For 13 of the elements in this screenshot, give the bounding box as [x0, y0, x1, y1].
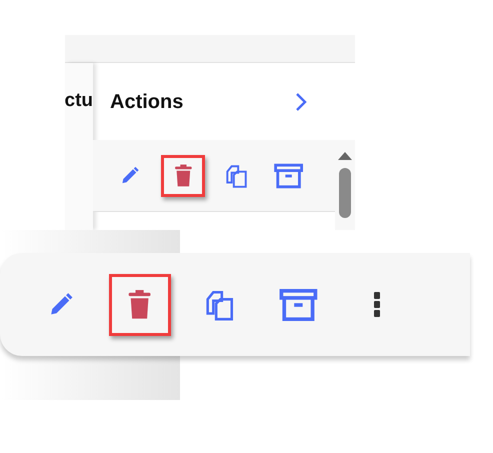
pencil-icon	[120, 166, 140, 186]
scrollbar-thumb[interactable]	[339, 168, 351, 218]
pencil-icon	[48, 292, 74, 318]
chevron-right-icon[interactable]	[295, 92, 307, 112]
column-header: ctu	[65, 89, 93, 114]
delete-button[interactable]	[161, 154, 205, 196]
archive-box-icon	[273, 162, 305, 188]
column-header: Actions	[110, 90, 184, 114]
trash-icon	[172, 162, 194, 188]
archive-box-icon	[278, 288, 318, 322]
delete-button[interactable]	[109, 274, 171, 336]
scroll-up-arrow-icon[interactable]	[338, 152, 352, 160]
scrollbar[interactable]	[335, 140, 355, 230]
